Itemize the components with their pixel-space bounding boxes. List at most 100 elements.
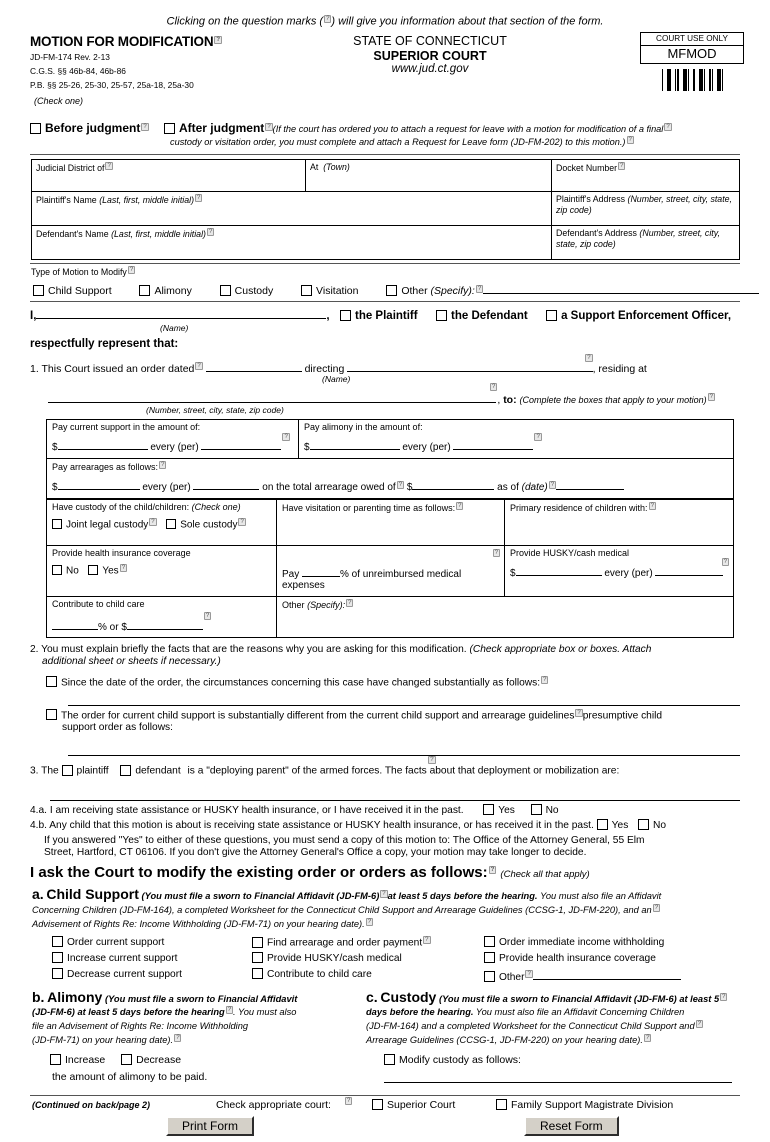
question-mark-icon[interactable]: ? <box>203 612 212 621</box>
after-judgment-checkbox[interactable] <box>163 123 175 135</box>
at-town-cell[interactable]: At At (Town)(Town) <box>305 159 552 193</box>
alimony-increase-checkbox[interactable] <box>50 1053 61 1065</box>
item2-option2-checkbox[interactable] <box>46 709 57 720</box>
motion-type-other-checkbox[interactable] <box>386 285 398 297</box>
question-mark-icon[interactable]: ? <box>365 917 374 926</box>
find-arrearage-checkbox[interactable] <box>252 936 263 948</box>
question-mark-icon[interactable]: ? <box>525 970 533 979</box>
before-judgment-checkbox[interactable] <box>30 123 41 135</box>
arrearage-period-input[interactable] <box>193 478 260 491</box>
decrease-current-support-checkbox[interactable] <box>52 967 63 979</box>
plaintiff-name-cell[interactable]: Plaintiff's Name (Last, first, middle in… <box>31 191 552 227</box>
question-mark-icon[interactable]: ? <box>548 481 557 490</box>
question-mark-icon[interactable]: ? <box>456 501 464 510</box>
website-link[interactable]: www.jud.ct.gov <box>280 63 580 76</box>
modify-custody-checkbox[interactable] <box>384 1053 395 1065</box>
question-mark-icon[interactable]: ? <box>265 123 273 132</box>
question-mark-icon[interactable]: ? <box>541 675 549 684</box>
item3-plaintiff-checkbox[interactable] <box>61 764 73 776</box>
current-support-amount-input[interactable] <box>57 438 148 451</box>
question-mark-icon[interactable]: ? <box>380 889 388 898</box>
visitation-cell[interactable]: Have visitation or parenting time as fol… <box>276 498 505 546</box>
question-mark-icon[interactable]: ? <box>720 992 728 1001</box>
child-support-other-input[interactable] <box>532 968 681 980</box>
question-mark-icon[interactable]: ? <box>195 194 203 203</box>
child-care-amount-input[interactable] <box>126 618 203 630</box>
item3-defendant-checkbox[interactable] <box>120 764 132 776</box>
question-mark-icon[interactable]: ? <box>346 598 354 607</box>
question-mark-icon[interactable]: ? <box>282 433 290 442</box>
question-mark-icon[interactable]: ? <box>721 557 729 566</box>
provide-health-insurance-checkbox[interactable] <box>484 951 495 963</box>
question-mark-icon[interactable]: ? <box>585 354 593 363</box>
question-mark-icon[interactable]: ? <box>664 123 672 132</box>
sole-custody-checkbox[interactable] <box>166 518 177 529</box>
question-mark-icon[interactable]: ? <box>423 936 431 945</box>
print-form-button[interactable]: Print Form <box>166 1115 255 1136</box>
motion-type-alimony-checkbox[interactable] <box>139 285 151 297</box>
the-plaintiff-checkbox[interactable] <box>339 310 351 322</box>
question-mark-icon[interactable]: ? <box>149 517 157 526</box>
superior-court-checkbox[interactable] <box>372 1098 383 1110</box>
alimony-decrease-checkbox[interactable] <box>121 1053 133 1065</box>
primary-residence-cell[interactable]: Primary residence of children with:? <box>504 498 734 546</box>
question-mark-icon[interactable]: ? <box>238 517 246 526</box>
health-insurance-yes-checkbox[interactable] <box>88 564 99 575</box>
the-defendant-checkbox[interactable] <box>436 310 448 322</box>
as-of-date-input[interactable] <box>556 478 625 491</box>
husky-amount-input[interactable] <box>515 564 602 576</box>
item3-writein[interactable] <box>50 799 740 801</box>
question-mark-icon[interactable]: ? <box>618 162 626 171</box>
item2-option2-writein[interactable] <box>68 755 740 757</box>
question-mark-icon[interactable]: ? <box>534 433 542 442</box>
plaintiff-address-cell[interactable]: Plaintiff's Address (Number, street, cit… <box>551 191 740 227</box>
question-mark-icon[interactable]: ? <box>492 548 500 557</box>
provide-husky-checkbox[interactable] <box>252 952 263 964</box>
support-officer-checkbox[interactable] <box>546 310 558 322</box>
total-arrearage-input[interactable] <box>412 478 495 491</box>
item4b-yes-checkbox[interactable] <box>596 819 608 831</box>
reset-form-button[interactable]: Reset Form <box>524 1115 619 1136</box>
question-mark-icon[interactable]: ? <box>652 903 661 912</box>
question-mark-icon[interactable]: ? <box>707 393 715 402</box>
health-insurance-no-checkbox[interactable] <box>52 564 62 575</box>
other-order-cell[interactable]: Other (Specify):? <box>276 595 734 639</box>
child-support-other-checkbox[interactable] <box>484 970 495 982</box>
increase-current-support-checkbox[interactable] <box>52 951 63 963</box>
joint-legal-custody-checkbox[interactable] <box>52 518 62 529</box>
alimony-period-input[interactable] <box>453 438 534 451</box>
order-current-support-checkbox[interactable] <box>52 936 63 948</box>
question-mark-icon[interactable]: ? <box>648 501 656 510</box>
question-mark-icon[interactable]: ? <box>119 563 128 572</box>
question-mark-icon[interactable]: ? <box>345 1096 353 1105</box>
question-mark-icon[interactable]: ? <box>475 284 484 293</box>
question-mark-icon[interactable]: ? <box>174 1033 182 1042</box>
question-mark-icon[interactable]: ? <box>206 228 215 237</box>
item4b-no-checkbox[interactable] <box>637 819 649 831</box>
item4a-no-checkbox[interactable] <box>530 803 542 815</box>
order-date-input[interactable] <box>205 360 302 372</box>
directing-address-input[interactable] <box>48 391 496 403</box>
question-mark-icon[interactable]: ? <box>643 1033 652 1042</box>
family-support-checkbox[interactable] <box>496 1098 507 1110</box>
defendant-name-cell[interactable]: Defendant's Name (Last, first, middle in… <box>31 225 552 261</box>
directing-name-input[interactable] <box>347 360 594 372</box>
judicial-district-cell[interactable]: Judicial District of? <box>31 159 306 193</box>
item4a-yes-checkbox[interactable] <box>483 803 495 815</box>
current-support-period-input[interactable] <box>201 438 282 451</box>
item2-option1-writein[interactable] <box>68 704 740 706</box>
question-mark-icon[interactable]: ? <box>225 1005 234 1014</box>
motion-type-visitation-checkbox[interactable] <box>301 285 313 297</box>
question-mark-icon[interactable]: ? <box>127 266 136 275</box>
contribute-child-care-checkbox[interactable] <box>252 968 263 979</box>
question-mark-icon[interactable]: ? <box>214 35 222 44</box>
arrearage-amount-input[interactable] <box>57 478 140 491</box>
question-mark-icon[interactable]: ? <box>626 136 634 145</box>
child-care-percent-input[interactable] <box>52 618 98 630</box>
question-mark-icon[interactable]: ? <box>488 866 497 875</box>
question-mark-icon[interactable]: ? <box>490 383 498 392</box>
question-mark-icon[interactable]: ? <box>396 481 405 490</box>
item2-option1-checkbox[interactable] <box>46 675 57 687</box>
question-mark-icon[interactable]: ? <box>575 708 583 717</box>
question-mark-icon[interactable]: ? <box>105 162 113 171</box>
